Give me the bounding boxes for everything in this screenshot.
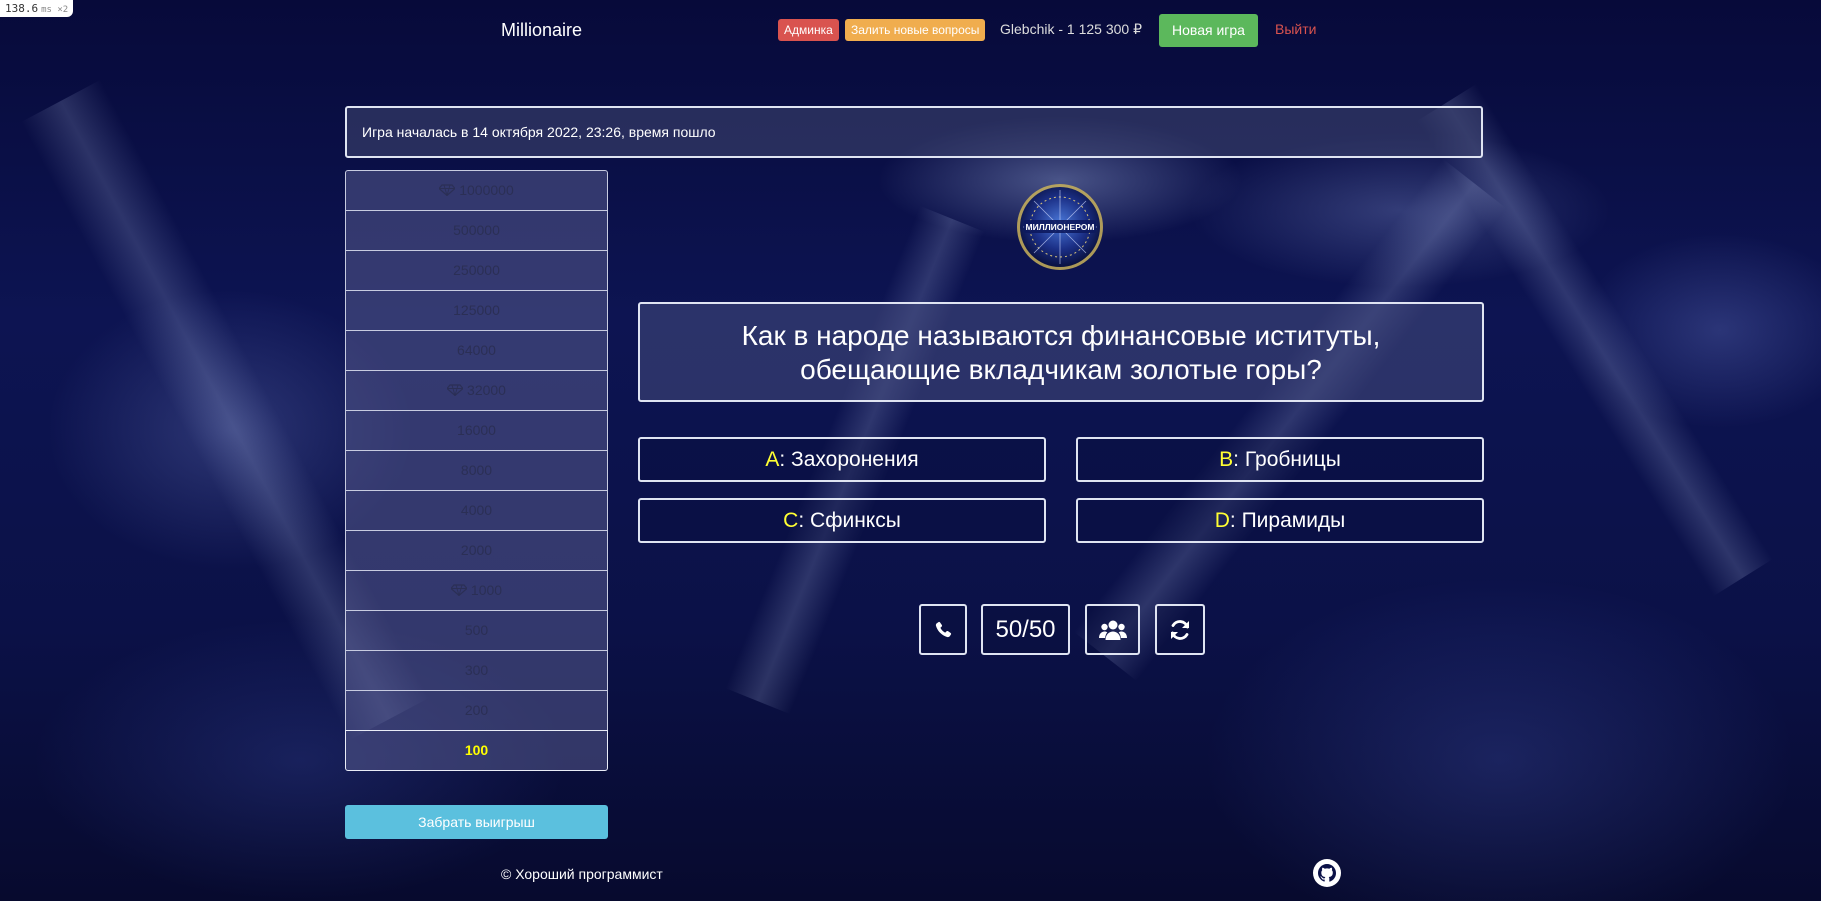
prize-amount: 1000 [470, 582, 503, 598]
prize-rung: 1000000 [345, 170, 608, 211]
prize-rung: 4000 [345, 490, 608, 531]
diamond-icon [447, 384, 464, 396]
github-icon[interactable] [1313, 859, 1341, 887]
perf-unit: ms ×2 [41, 5, 69, 15]
answer-separator: : [798, 509, 805, 532]
perf-value: 138.6 [5, 2, 39, 15]
fifty-fifty-button[interactable]: 50/50 [981, 604, 1070, 655]
prize-amount: 8000 [460, 462, 493, 478]
refresh-icon [1171, 619, 1189, 640]
prize-amount: 500000 [453, 222, 500, 238]
prize-rung: 16000 [345, 410, 608, 451]
answer-letter: A [765, 448, 780, 471]
answer-text: Захоронения [791, 448, 919, 471]
prize-rung: 300 [345, 650, 608, 691]
answer-b-button[interactable]: B: Гробницы [1076, 437, 1484, 482]
answer-letter: D [1214, 509, 1230, 532]
prize-amount: 125000 [453, 302, 500, 318]
prize-amount: 250000 [453, 262, 500, 278]
perf-overlay: 138.6 ms ×2 [0, 0, 74, 17]
answer-c-button[interactable]: C: Сфинксы [638, 498, 1046, 543]
call-friend-button[interactable] [919, 604, 967, 655]
millionaire-logo: МИЛЛИОНЕРОМ [1017, 184, 1103, 270]
prize-amount: 1000000 [459, 182, 514, 198]
prize-amount: 200 [464, 702, 489, 718]
answer-separator: : [779, 448, 786, 471]
brand-link[interactable]: Millionaire [501, 20, 582, 41]
audience-help-button[interactable] [1085, 604, 1140, 655]
diamond-icon [439, 184, 456, 196]
user-balance: Glebchik - 1 125 300 ₽ [1000, 21, 1142, 37]
answer-letter: B [1219, 448, 1234, 471]
game-status-text: Игра началась в 14 октября 2022, 23:26, … [362, 124, 716, 140]
phone-icon [935, 621, 952, 637]
prize-rung: 500000 [345, 210, 608, 251]
answer-a-button[interactable]: A: Захоронения [638, 437, 1046, 482]
question-text-line: обещающие вкладчикам золотые горы? [800, 354, 1322, 385]
prize-amount: 2000 [460, 542, 493, 558]
stage-light-beam [1073, 158, 1507, 682]
answer-text: Сфинксы [810, 509, 901, 532]
question-text-line: Как в народе называются финансовые истит… [741, 320, 1381, 351]
answer-separator: : [1233, 448, 1239, 471]
game-status-panel: Игра началась в 14 октября 2022, 23:26, … [345, 106, 1483, 158]
fifty-fifty-label: 50/50 [995, 615, 1056, 643]
prize-amount: 64000 [457, 342, 496, 358]
prize-rung: 1000 [345, 570, 608, 611]
prize-rung: 64000 [345, 330, 608, 371]
users-icon [1098, 620, 1127, 640]
answer-d-button[interactable]: D: Пирамиды [1076, 498, 1484, 543]
answer-separator: : [1229, 509, 1236, 532]
prize-rung: 250000 [345, 250, 608, 291]
prize-ladder: 1000000 500000 250000 125000 64000 32000… [345, 170, 608, 771]
admin-badge[interactable]: Админка [778, 19, 839, 41]
prize-amount: 100 [464, 742, 489, 758]
prize-amount: 300 [464, 662, 489, 678]
swap-question-button[interactable] [1155, 604, 1205, 655]
answer-text: Гробницы [1244, 448, 1341, 471]
prize-amount: 500 [464, 622, 489, 638]
upload-questions-badge[interactable]: Залить новые вопросы [845, 19, 986, 41]
answer-letter: C [783, 509, 799, 532]
prize-amount: 16000 [457, 422, 496, 438]
answer-text: Пирамиды [1241, 509, 1346, 532]
question-panel: Как в народе называются финансовые истит… [638, 302, 1484, 402]
diamond-icon [450, 584, 467, 596]
svg-text:МИЛЛИОНЕРОМ: МИЛЛИОНЕРОМ [1026, 222, 1095, 232]
prize-amount: 32000 [467, 382, 506, 398]
prize-amount: 4000 [460, 502, 493, 518]
footer-copyright: © Хороший программист [501, 866, 663, 882]
prize-rung: 2000 [345, 530, 608, 571]
new-game-button[interactable]: Новая игра [1159, 14, 1258, 47]
prize-rung: 125000 [345, 290, 608, 331]
prize-rung: 500 [345, 610, 608, 651]
prize-rung: 32000 [345, 370, 608, 411]
logout-link[interactable]: Выйти [1275, 21, 1316, 37]
prize-rung: 200 [345, 690, 608, 731]
prize-rung-current: 100 [345, 730, 608, 771]
take-money-button[interactable]: Забрать выигрыш [345, 805, 608, 839]
prize-rung: 8000 [345, 450, 608, 491]
